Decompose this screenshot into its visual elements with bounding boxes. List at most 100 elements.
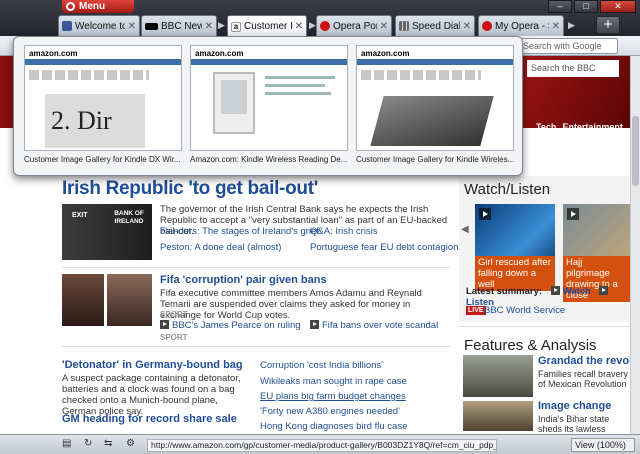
fifa-photo-1[interactable]: [62, 274, 104, 326]
side-link-5[interactable]: Hong Kong diagnoses bird flu case: [260, 421, 407, 432]
close-tab-icon[interactable]: ✕: [463, 21, 471, 32]
lead-link-2[interactable]: Q&A: Irish crisis: [310, 226, 378, 237]
tab-my-opera[interactable]: My Opera - S... ✕: [478, 15, 564, 36]
opera-menu-button[interactable]: Menu: [62, 0, 134, 13]
search-input[interactable]: Search with Google: [518, 38, 618, 54]
text-line: [265, 92, 331, 95]
opera-icon: [482, 21, 492, 31]
opera-logo-icon: [66, 2, 75, 11]
preview-thumbnail-1: amazon.com 2. Dir: [24, 45, 182, 151]
fifa-link-2[interactable]: Fifa bans over vote scandal: [310, 320, 438, 331]
side-link-4[interactable]: 'Forty new A380 engines needed': [260, 406, 400, 417]
audio-icon: [599, 286, 609, 295]
close-tab-icon[interactable]: ✕: [128, 21, 136, 32]
divider: [62, 267, 450, 268]
amazon-nav-bar: [25, 59, 181, 65]
fifa-link-1[interactable]: BBC's James Pearce on ruling: [160, 320, 301, 331]
preview-caption-3: Customer Image Gallery for Kindle Wirele…: [356, 155, 514, 164]
preview-caption-1: Customer Image Gallery for Kindle DX Wir…: [24, 155, 181, 164]
sport-label: SPORT: [160, 310, 188, 319]
window-controls: – □ ✕: [548, 0, 636, 13]
text-line: [265, 84, 325, 87]
divider: [459, 326, 630, 327]
lead-story-image[interactable]: EXIT BANK OF IRELAND: [62, 204, 152, 260]
turbo-icon[interactable]: ↻: [84, 438, 92, 452]
side-link-3[interactable]: EU plans big farm budget changes: [260, 391, 406, 402]
video-icon: [310, 320, 319, 329]
kindle-device-image: [370, 96, 494, 146]
kindle-screen: [221, 80, 247, 114]
lead-link-1[interactable]: Flanders: The stages of Ireland's grief: [160, 226, 319, 237]
status-url: http://www.amazon.com/gp/customer-media/…: [147, 439, 497, 452]
close-tab-icon[interactable]: ✕: [380, 21, 388, 32]
maximize-button[interactable]: □: [574, 0, 598, 13]
facebook-icon: [62, 21, 72, 31]
preview-card-2[interactable]: amazon.com Amazon.com: Kindle Wireless R…: [190, 45, 348, 164]
speed-dial-icon: [399, 21, 409, 31]
feature-image-2[interactable]: [463, 401, 533, 431]
tab-bbc[interactable]: BBC News ... ✕: [141, 15, 217, 36]
play-icon: [479, 208, 491, 220]
preview-card-3[interactable]: amazon.com Customer Image Gallery for Ki…: [356, 45, 514, 164]
world-service-link[interactable]: BBC World Service: [484, 305, 565, 316]
close-tab-icon[interactable]: ✕: [205, 21, 213, 32]
carousel-prev-icon[interactable]: ◀: [461, 224, 471, 254]
lead-link-4[interactable]: Portuguese fear EU debt contagion: [310, 242, 458, 253]
feature-title-1[interactable]: Grandad the revolu: [538, 355, 630, 367]
story-fifa-summary: Fifa executive committee members Amos Ad…: [160, 288, 422, 321]
tab-bar: Menu – □ ✕ Welcome to F... ✕ BBC News ..…: [0, 0, 640, 37]
opera-icon: [320, 21, 330, 31]
feature-summary-2: India's Bihar state sheds its lawless im…: [538, 414, 610, 434]
features-title: Features & Analysis: [464, 337, 597, 354]
sync-icon[interactable]: ⚙: [126, 438, 135, 452]
tab-speed-dial[interactable]: Speed Dial ✕: [395, 15, 475, 36]
close-tab-icon[interactable]: ✕: [295, 21, 303, 32]
sport-label: SPORT: [160, 333, 188, 342]
tab-opera-portal[interactable]: Opera Portal ✕: [316, 15, 392, 36]
lead-headline[interactable]: Irish Republic 'to get bail-out': [62, 178, 318, 200]
story-detonator-title[interactable]: 'Detonator' in Germany-bound bag: [62, 359, 243, 371]
play-icon: [567, 208, 579, 220]
divider: [62, 346, 450, 347]
tab-preview-popup: amazon.com 2. Dir Customer Image Gallery…: [13, 36, 523, 176]
video-icon: [550, 286, 560, 295]
vertical-scrollbar[interactable]: [630, 56, 640, 434]
story-gm-title[interactable]: GM heading for record share sale: [62, 413, 237, 425]
story-fifa-title[interactable]: Fifa 'corruption' pair given bans: [160, 274, 327, 286]
fifa-photo-2[interactable]: [107, 274, 152, 326]
watch-listen-title: Watch/Listen: [464, 181, 551, 198]
text-line: [265, 76, 335, 79]
video-icon: [160, 320, 169, 329]
panel-toggle-icon[interactable]: ▤: [62, 438, 71, 452]
tab-stack-arrow-icon[interactable]: ▶: [568, 20, 576, 32]
kindle-image: [213, 72, 255, 134]
tab-customer-images[interactable]: a Customer I... ✕: [227, 15, 307, 37]
feature-image-1[interactable]: [463, 355, 533, 397]
preview-card-1[interactable]: amazon.com 2. Dir Customer Image Gallery…: [24, 45, 182, 164]
scrollbar-thumb[interactable]: [632, 116, 639, 186]
image-strip: [29, 70, 149, 80]
close-tab-icon[interactable]: ✕: [552, 21, 560, 32]
watch-link[interactable]: Watch: [550, 286, 591, 297]
bbc-icon: [145, 22, 158, 30]
amazon-nav-bar: [357, 59, 513, 65]
status-bar: ▤ ↻ ⇆ ⚙ http://www.amazon.com/gp/custome…: [0, 434, 640, 454]
lead-link-3[interactable]: Peston: A done deal (almost): [160, 242, 281, 253]
preview-thumbnail-2: amazon.com: [190, 45, 348, 151]
tab-stack-arrow-icon[interactable]: ▶: [218, 20, 226, 32]
bbc-search-input[interactable]: Search the BBC: [527, 60, 619, 77]
minimize-button[interactable]: –: [548, 0, 572, 13]
side-link-2[interactable]: Wikileaks man sought in rape case: [260, 376, 407, 387]
feature-title-2[interactable]: Image change: [538, 400, 611, 412]
tab-facebook[interactable]: Welcome to F... ✕: [58, 15, 140, 36]
story-detonator-summary: A suspect package containing a detonator…: [62, 373, 241, 417]
zoom-control[interactable]: View (100%): [571, 438, 635, 452]
amazon-nav-bar: [191, 59, 347, 65]
preview-thumbnail-3: amazon.com: [356, 45, 514, 151]
image-strip: [361, 70, 481, 80]
new-tab-button[interactable]: +: [596, 16, 620, 34]
close-window-button[interactable]: ✕: [600, 0, 636, 13]
unite-icon[interactable]: ⇆: [104, 438, 112, 452]
side-link-1[interactable]: Corruption 'cost India billions': [260, 360, 383, 371]
menu-label: Menu: [79, 1, 106, 12]
